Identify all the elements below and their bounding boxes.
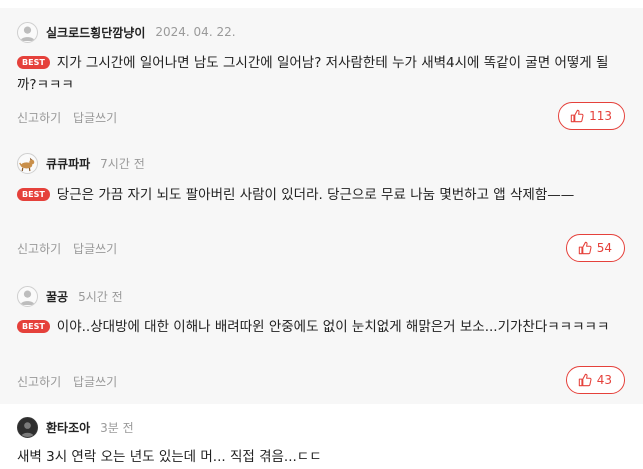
comment-nickname[interactable]: 실크로드횡단깜냥이 — [46, 24, 145, 41]
comment-header: 실크로드횡단깜냥이 2024. 04. 22. — [17, 21, 236, 43]
reply-button[interactable]: 답글쓰기 — [73, 111, 117, 125]
comment-text: BEST 이야..상대방에 대한 이해나 배려따윈 안중에도 없이 눈치없게 해맑… — [17, 316, 625, 338]
like-button[interactable]: 54 — [565, 234, 625, 262]
avatar-person-silhouette-icon[interactable] — [17, 285, 38, 307]
comment-nickname[interactable]: 큐큐파파 — [46, 155, 90, 172]
best-badge: BEST — [17, 320, 50, 333]
like-button[interactable]: 43 — [565, 366, 625, 394]
reply-button[interactable]: 답글쓰기 — [73, 375, 117, 389]
comment-time: 7시간 전 — [100, 156, 145, 171]
comment-time: 2024. 04. 22. — [155, 25, 236, 39]
thumbs-up-icon — [570, 109, 584, 123]
comment-nickname[interactable]: 꿀공 — [46, 288, 68, 305]
comment-body: 이야..상대방에 대한 이해나 배려따윈 안중에도 없이 눈치없게 해맑은거 보… — [56, 319, 610, 335]
avatar-dog-icon[interactable] — [17, 152, 38, 174]
best-badge: BEST — [17, 188, 50, 201]
comment-item: 꿀공 5시간 전 BEST 이야..상대방에 대한 이해나 배려따윈 안중에도 없… — [0, 272, 643, 404]
report-button[interactable]: 신고하기 — [17, 111, 61, 125]
comment-actions: 신고하기 답글쓰기 — [17, 240, 125, 257]
avatar-portrait-icon[interactable] — [17, 416, 38, 438]
comment-actions: 신고하기 답글쓰기 — [17, 373, 125, 390]
comment-time: 3분 전 — [100, 420, 134, 435]
thumbs-up-icon — [578, 373, 592, 387]
thumbs-up-icon — [578, 241, 592, 255]
report-button[interactable]: 신고하기 — [17, 242, 61, 256]
like-count: 113 — [589, 109, 612, 123]
comment-text: 새벽 3시 연락 오는 년도 있는데 머... 직접 겪음...ㄷㄷ — [17, 446, 625, 468]
report-button[interactable]: 신고하기 — [17, 375, 61, 389]
like-button[interactable]: 113 — [558, 102, 625, 130]
comment-body: 새벽 3시 연락 오는 년도 있는데 머... 직접 겪음...ㄷㄷ — [17, 449, 322, 465]
comment-item: 실크로드횡단깜냥이 2024. 04. 22. BEST 지가 그시간에 일어나면… — [0, 8, 643, 140]
comment-header: 꿀공 5시간 전 — [17, 285, 123, 307]
comment-header: 큐큐파파 7시간 전 — [17, 152, 145, 174]
comment-item: 큐큐파파 7시간 전 BEST 당근은 가끔 자기 뇌도 팔아버린 사람이 있더라… — [0, 140, 643, 272]
comment-list: 실크로드횡단깜냥이 2024. 04. 22. BEST 지가 그시간에 일어나면… — [0, 0, 643, 469]
comment-text: BEST 당근은 가끔 자기 뇌도 팔아버린 사람이 있더라. 당근으로 무료 나… — [17, 184, 625, 206]
comment-body: 당근은 가끔 자기 뇌도 팔아버린 사람이 있더라. 당근으로 무료 나눔 몇번… — [56, 187, 575, 203]
comment-nickname[interactable]: 환타조아 — [46, 419, 90, 436]
comment-actions: 신고하기 답글쓰기 — [17, 109, 125, 126]
best-badge: BEST — [17, 56, 50, 69]
like-count: 43 — [596, 373, 612, 387]
comment-body: 지가 그시간에 일어나면 남도 그시간에 일어남? 저사람한테 누가 새벽4시에… — [17, 55, 609, 93]
avatar-person-silhouette-icon[interactable] — [17, 21, 38, 43]
comment-header: 환타조아 3분 전 — [17, 416, 134, 438]
reply-button[interactable]: 답글쓰기 — [73, 242, 117, 256]
like-count: 54 — [596, 241, 612, 255]
comment-time: 5시간 전 — [78, 289, 123, 304]
comment-item: 환타조아 3분 전 새벽 3시 연락 오는 년도 있는데 머... 직접 겪음.… — [0, 404, 643, 469]
comment-text: BEST 지가 그시간에 일어나면 남도 그시간에 일어남? 저사람한테 누가 새… — [17, 52, 625, 96]
